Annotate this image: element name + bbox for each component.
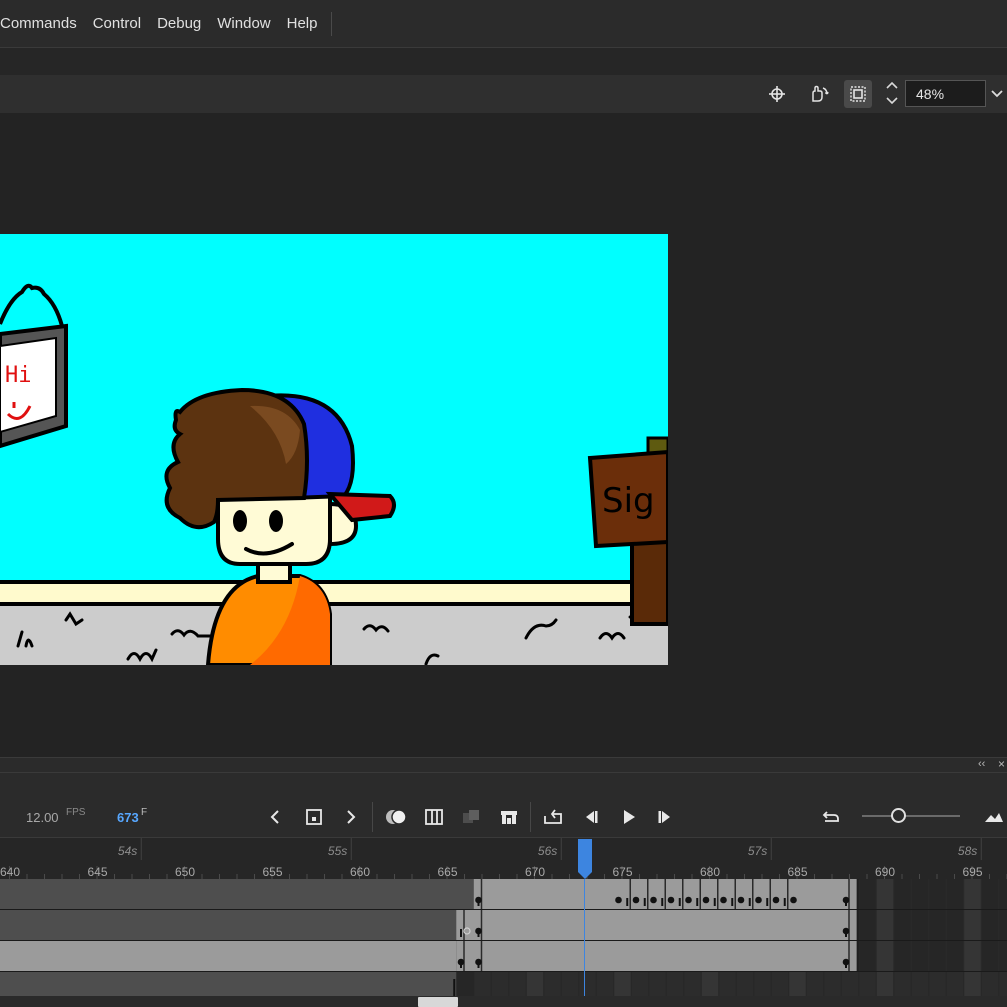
menu-window[interactable]: Window xyxy=(209,15,278,32)
ruler-second-label: 58s xyxy=(958,844,977,858)
playhead-handle[interactable] xyxy=(577,839,593,879)
timeline-layers[interactable] xyxy=(0,879,1007,996)
keyframe-dot[interactable] xyxy=(755,896,762,904)
ruler-ticks: 54s 55s 56s 57s 58s 640 645 650 655 660 665 670 675 6… xyxy=(0,838,1007,880)
svg-text:Sig: Sig xyxy=(602,481,655,521)
ruler-second-label: 56s xyxy=(538,844,557,858)
ruler-second-label: 55s xyxy=(328,844,347,858)
sidewalk xyxy=(0,581,668,605)
ruler-frame-label: 670 xyxy=(525,865,545,879)
keyframe-dot[interactable] xyxy=(475,896,482,904)
ruler-frame-label: 650 xyxy=(175,865,195,879)
chevron-down-icon[interactable] xyxy=(986,80,1007,107)
ruler-frame-label: 675 xyxy=(613,865,633,879)
insert-blank-keyframe-icon[interactable] xyxy=(496,804,522,830)
menu-commands[interactable]: Commands xyxy=(0,15,85,32)
keyframe-dot[interactable] xyxy=(650,896,657,904)
keyframe-dot[interactable] xyxy=(842,927,850,935)
zoom-stepper[interactable] xyxy=(882,79,902,109)
keyframe-dot[interactable] xyxy=(457,958,465,966)
previous-keyframe-icon[interactable] xyxy=(262,804,288,830)
keyframe-dot[interactable] xyxy=(475,927,482,935)
keyframe-dot[interactable] xyxy=(720,896,727,904)
ruler-frame-label: 655 xyxy=(263,865,283,879)
clip-stage-icon[interactable] xyxy=(844,80,872,108)
menu-bar: Commands Control Debug Window Help xyxy=(0,0,1007,48)
timeline-zoom-handle[interactable] xyxy=(891,808,906,823)
keyframe-dot[interactable] xyxy=(842,958,850,966)
layer-row[interactable] xyxy=(0,941,1007,972)
ruler-frame-label: 685 xyxy=(788,865,808,879)
keyframe-dot[interactable] xyxy=(685,896,692,904)
stage-toolbar xyxy=(0,75,1007,113)
svg-text:Hi: Hi xyxy=(5,363,32,388)
fps-label: FPS xyxy=(66,807,86,818)
close-icon[interactable]: × xyxy=(998,757,1005,771)
insert-keyframe-icon[interactable] xyxy=(301,804,327,830)
ruler-frame-label: 640 xyxy=(0,865,20,879)
playhead-line xyxy=(584,879,585,996)
stage-artwork: Hi Sig xyxy=(0,234,668,665)
pasteboard[interactable]: Hi Sig xyxy=(0,113,1007,757)
keyframe-dot[interactable] xyxy=(475,958,482,966)
keyframe-dot[interactable] xyxy=(737,896,745,904)
collapse-panel-icon[interactable]: ‹‹ xyxy=(978,758,985,770)
layer-row[interactable] xyxy=(0,879,1007,910)
keyframe-dot[interactable] xyxy=(702,896,710,904)
controls-separator xyxy=(530,802,531,832)
frame-grid[interactable] xyxy=(0,879,1007,996)
fps-value[interactable]: 12.00 xyxy=(26,810,59,825)
keyframe-dot[interactable] xyxy=(772,896,780,904)
ruler-second-label: 57s xyxy=(748,844,767,858)
stage[interactable]: Hi Sig xyxy=(0,234,668,665)
ruler-frame-label: 665 xyxy=(438,865,458,879)
menu-help[interactable]: Help xyxy=(279,15,326,32)
frame-label: F xyxy=(141,807,148,818)
center-stage-icon[interactable] xyxy=(763,80,791,108)
ruler-frame-label: 680 xyxy=(700,865,720,879)
keyframe-dot[interactable] xyxy=(615,896,622,904)
ruler-frame-label: 645 xyxy=(88,865,108,879)
step-back-icon[interactable] xyxy=(578,804,604,830)
current-frame-value[interactable]: 673 xyxy=(117,810,139,825)
loop-icon[interactable] xyxy=(540,804,566,830)
ruler-frame-label: 660 xyxy=(350,865,370,879)
step-forward-icon[interactable] xyxy=(652,804,678,830)
ruler-frame-label: 690 xyxy=(875,865,895,879)
scrollbar-thumb[interactable] xyxy=(418,997,458,1007)
edit-multiple-frames-icon[interactable] xyxy=(421,804,447,830)
create-classic-tween-icon[interactable] xyxy=(458,804,484,830)
ruler-frame-label: 695 xyxy=(963,865,983,879)
controls-separator xyxy=(372,802,373,832)
onion-skin-icon[interactable] xyxy=(383,804,409,830)
next-keyframe-icon[interactable] xyxy=(338,804,364,830)
menu-debug[interactable]: Debug xyxy=(149,15,209,32)
timeline-zoom-slider[interactable] xyxy=(862,815,960,817)
panel-divider[interactable]: ‹‹ × ≡ xyxy=(0,757,1007,783)
ground xyxy=(0,604,668,665)
rotate-hand-icon[interactable] xyxy=(804,80,832,108)
menu-separator xyxy=(331,11,333,36)
timeline-ruler[interactable]: 54s 55s 56s 57s 58s 640 645 650 655 660 665 670 675 6… xyxy=(0,837,1007,880)
ruler-second-label: 54s xyxy=(118,844,137,858)
timeline-horizontal-scrollbar[interactable] xyxy=(0,996,1007,1007)
document-tab-strip xyxy=(0,48,1007,75)
timeline-size-icon[interactable] xyxy=(981,804,1007,830)
play-icon[interactable] xyxy=(616,804,642,830)
keyframe-dot[interactable] xyxy=(790,896,797,904)
center-frame-icon[interactable] xyxy=(818,804,844,830)
menu-control[interactable]: Control xyxy=(85,15,149,32)
zoom-input[interactable] xyxy=(905,80,986,107)
timeline-controls: 12.00 FPS 673 F xyxy=(0,773,1007,837)
keyframe-dot[interactable] xyxy=(842,896,850,904)
keyframe-dot[interactable] xyxy=(667,896,675,904)
keyframe-dot[interactable] xyxy=(632,896,640,904)
layer-row[interactable] xyxy=(0,910,1007,941)
